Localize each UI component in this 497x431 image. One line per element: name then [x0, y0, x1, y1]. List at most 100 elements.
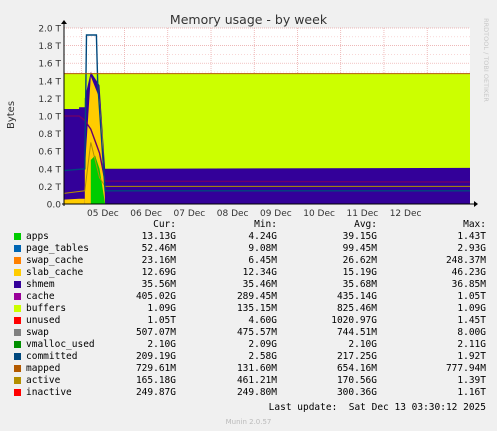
legend-row-unused: unused 1.05T 4.60G 1020.97G 1.45T — [0, 315, 497, 327]
legend-row-cache: cache 405.02G 289.45M 435.14G 1.05T — [0, 291, 497, 303]
legend-name: committed — [26, 351, 78, 362]
x-tick-label: 11 Dec — [346, 209, 378, 219]
legend-max: 777.94M — [445, 363, 486, 374]
legend-swatch — [14, 365, 21, 372]
legend-cur: 507.07M — [135, 327, 176, 338]
legend-avg: 744.51M — [336, 327, 377, 338]
y-tick-labels: 0.0 0.2 T 0.4 T 0.6 T 0.8 T 1.0 T 1.2 T 1.4 T 1.… — [38, 25, 61, 211]
y-tick-label: 1.4 T — [38, 77, 61, 87]
legend-row-swap-cache: swap_cache 23.16M 6.45M 26.62M 248.37M — [0, 255, 497, 267]
legend-swatch — [14, 245, 21, 252]
legend-avg: 99.45M — [342, 243, 377, 254]
y-axis-label: Bytes — [6, 101, 17, 129]
legend-row-shmem: shmem 35.56M 35.46M 35.68M 36.85M — [0, 279, 497, 291]
legend-min: 9.08M — [248, 243, 277, 254]
legend-name: buffers — [26, 303, 67, 314]
legend-max: 2.11G — [457, 339, 486, 350]
legend-name: swap_cache — [26, 255, 84, 266]
legend-cur: 52.46M — [141, 243, 176, 254]
legend-row-swap: swap 507.07M 475.57M 744.51M 8.00G — [0, 327, 497, 339]
header-min: Min: — [254, 219, 277, 230]
legend-row-active: active 165.18G 461.21M 170.56G 1.39T — [0, 375, 497, 387]
y-tick-label: 0.6 T — [38, 148, 61, 158]
x-tick-label: 10 Dec — [303, 209, 335, 219]
legend-cur: 13.13G — [141, 231, 176, 242]
legend-min: 35.46M — [242, 279, 277, 290]
legend-name: slab_cache — [26, 267, 84, 278]
legend-swatch — [14, 281, 21, 288]
header-max: Max: — [463, 219, 486, 230]
x-tick-label: 09 Dec — [260, 209, 292, 219]
legend-avg: 2.10G — [348, 339, 377, 350]
x-tick-label: 07 Dec — [174, 209, 206, 219]
legend-name: vmalloc_used — [26, 339, 95, 350]
header-avg: Avg: — [354, 219, 377, 230]
legend-avg: 435.14G — [336, 291, 377, 302]
legend-cur: 12.69G — [141, 267, 176, 278]
legend-max: 1.16T — [457, 387, 486, 398]
legend-avg: 35.68M — [342, 279, 377, 290]
legend-min: 289.45M — [236, 291, 277, 302]
legend-min: 249.80M — [236, 387, 277, 398]
chart-title: Memory usage - by week — [170, 12, 328, 27]
legend-row-vmalloc-used: vmalloc_used 2.10G 2.09G 2.10G 2.11G — [0, 339, 497, 351]
legend-cur: 405.02G — [135, 291, 176, 302]
legend-name: unused — [26, 315, 61, 326]
legend-swatch — [14, 269, 21, 276]
legend-row-apps: apps 13.13G 4.24G 39.15G 1.43T — [0, 231, 497, 243]
legend-cur: 1.09G — [147, 303, 176, 314]
legend-avg: 15.19G — [342, 267, 377, 278]
legend-name: mapped — [26, 363, 61, 374]
rrdtool-credit: RRDTOOL / TOBI OETIKER — [482, 18, 490, 102]
legend-swatch — [14, 329, 21, 336]
legend-swatch — [14, 257, 21, 264]
legend-cur: 249.87G — [135, 387, 176, 398]
legend-max: 1.05T — [457, 291, 486, 302]
y-tick-label: 0.2 T — [38, 183, 61, 193]
legend-avg: 217.25G — [336, 351, 377, 362]
x-tick-label: 12 Dec — [390, 209, 422, 219]
series-slab-early — [64, 198, 85, 204]
legend-avg: 39.15G — [342, 231, 377, 242]
legend-min: 475.57M — [236, 327, 277, 338]
y-tick-label: 0.0 — [47, 201, 62, 211]
legend-swatch — [14, 233, 21, 240]
x-axis-arrow — [474, 201, 478, 207]
legend-cur: 35.56M — [141, 279, 176, 290]
legend-avg: 825.46M — [336, 303, 377, 314]
legend-max: 8.00G — [457, 327, 486, 338]
legend-swatch — [14, 317, 21, 324]
legend-row-page-tables: page_tables 52.46M 9.08M 99.45M 2.93G — [0, 243, 497, 255]
legend-max: 2.93G — [457, 243, 486, 254]
legend-min: 4.60G — [248, 315, 277, 326]
y-tick-label: 2.0 T — [38, 25, 61, 35]
legend-min: 2.09G — [248, 339, 277, 350]
legend-max: 248.37M — [445, 255, 486, 266]
y-tick-label: 1.2 T — [38, 95, 61, 105]
legend-swatch — [14, 305, 21, 312]
last-update: Last update: Sat Dec 13 03:30:12 2025 — [268, 402, 486, 413]
legend-cur: 165.18G — [135, 375, 176, 386]
legend-name: shmem — [26, 279, 55, 290]
munin-version: Munin 2.0.57 — [225, 418, 272, 426]
legend-min: 4.24G — [248, 231, 277, 242]
legend-avg: 170.56G — [336, 375, 377, 386]
legend-avg: 1020.97G — [331, 315, 377, 326]
legend-cur: 1.05T — [147, 315, 176, 326]
legend-max: 1.43T — [457, 231, 486, 242]
legend-min: 135.15M — [236, 303, 277, 314]
legend-cur: 209.19G — [135, 351, 176, 362]
legend-row-inactive: inactive 249.87G 249.80M 300.36G 1.16T — [0, 387, 497, 399]
legend-swatch — [14, 389, 21, 396]
legend-name: inactive — [26, 387, 72, 398]
legend-name: active — [26, 375, 61, 386]
legend-row-buffers: buffers 1.09G 135.15M 825.46M 1.09G — [0, 303, 497, 315]
legend-row-mapped: mapped 729.61M 131.60M 654.16M 777.94M — [0, 363, 497, 375]
legend-cur: 729.61M — [135, 363, 176, 374]
legend-name: cache — [26, 291, 55, 302]
legend-max: 1.09G — [457, 303, 486, 314]
x-tick-labels: 05 Dec 06 Dec 07 Dec 08 Dec 09 Dec 10 Dec 11 D… — [87, 209, 421, 219]
legend-name: swap — [26, 327, 49, 338]
legend-max: 1.45T — [457, 315, 486, 326]
memory-chart: Memory usage - by week Bytes RRDTOOL / T… — [6, 12, 490, 219]
